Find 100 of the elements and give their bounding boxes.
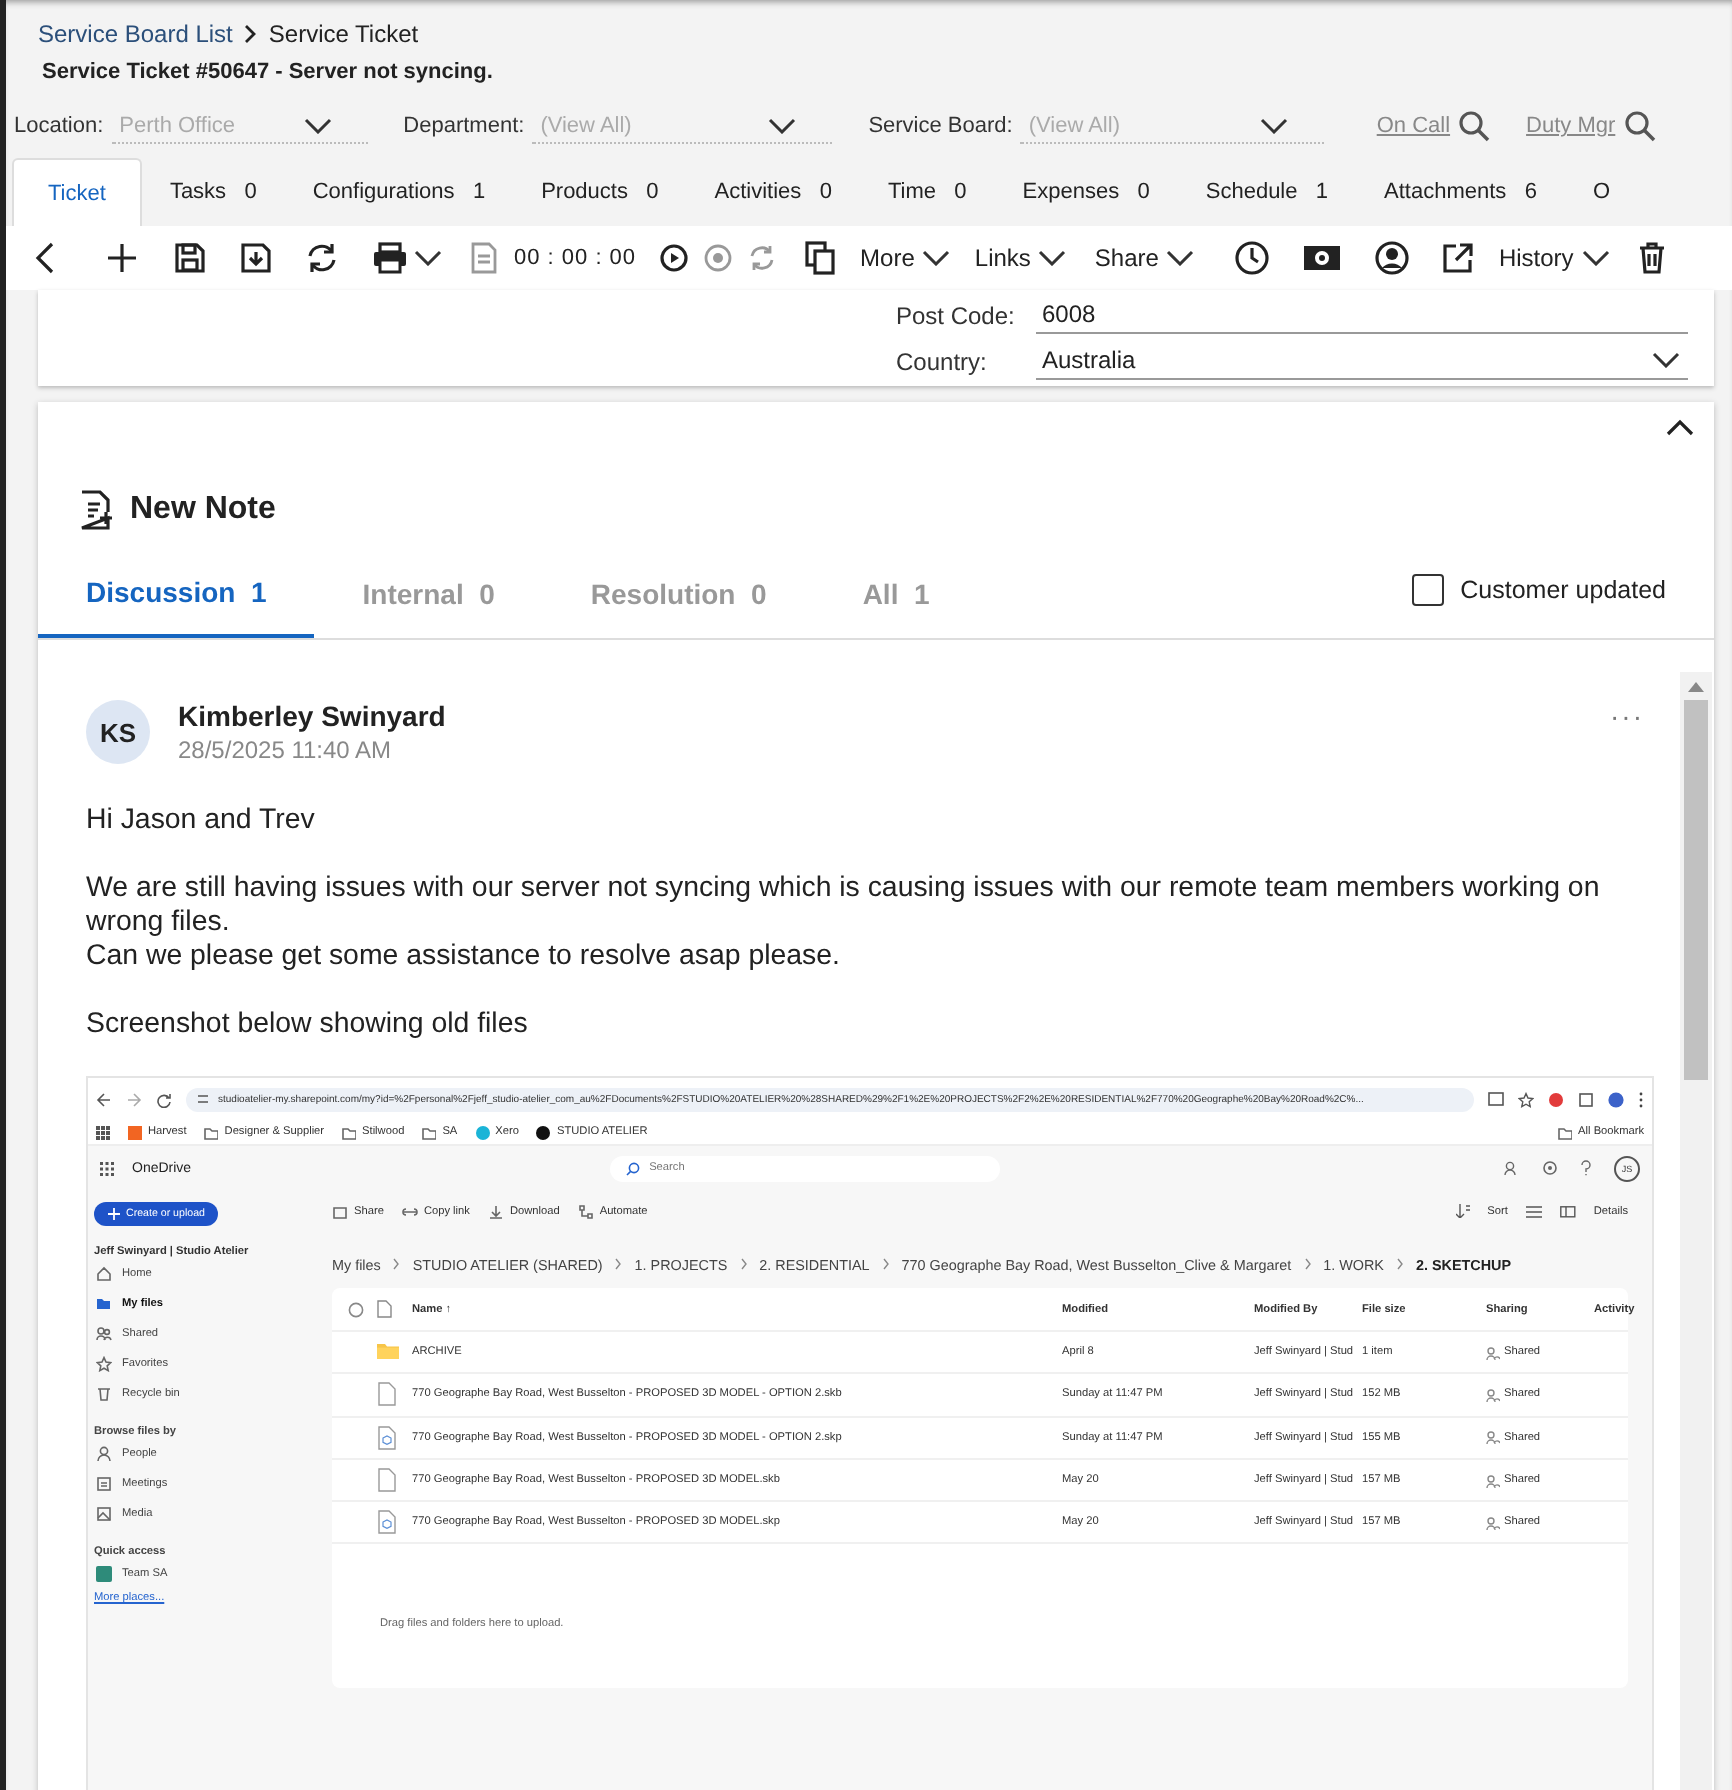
menu-button[interactable]: Links <box>974 244 1067 272</box>
external-link-icon[interactable] <box>1442 242 1475 274</box>
file-type-icon <box>376 1300 392 1318</box>
tab[interactable]: Ticket <box>12 158 142 226</box>
chevron-down-icon <box>303 117 332 133</box>
search-icon[interactable] <box>1623 110 1656 142</box>
tab[interactable]: Configurations 1 <box>284 158 514 226</box>
sort-icon[interactable] <box>1455 1204 1470 1218</box>
back-icon[interactable] <box>96 1091 112 1107</box>
settings-icon[interactable] <box>1542 1160 1558 1176</box>
model-file-icon <box>376 1425 400 1450</box>
tab[interactable]: Schedule 1 <box>1177 158 1357 226</box>
post-code-field[interactable]: 6008 <box>1036 297 1688 333</box>
breadcrumb-current: Service Ticket <box>268 20 419 48</box>
folder-icon[interactable] <box>342 1125 357 1139</box>
avatar: KS <box>86 700 150 764</box>
document-icon <box>376 1382 400 1407</box>
message-text: Can we please get some assistance to resolve asap please. <box>86 940 842 974</box>
more-button[interactable]: ··· <box>1610 700 1644 732</box>
copy-icon[interactable] <box>804 240 837 276</box>
install-icon[interactable] <box>1488 1091 1504 1107</box>
link-icon[interactable] <box>401 1203 418 1219</box>
download-icon[interactable] <box>487 1203 504 1219</box>
image-icon <box>96 1505 112 1521</box>
folder-icon[interactable] <box>422 1125 437 1139</box>
chevron-right-icon <box>242 24 259 44</box>
automate-icon[interactable] <box>577 1203 594 1219</box>
circle-icon[interactable] <box>536 1125 551 1139</box>
folder-icon <box>96 1295 112 1311</box>
tab[interactable]: Products 0 <box>513 158 687 226</box>
save-close-icon[interactable] <box>240 242 272 274</box>
reload-icon[interactable] <box>156 1091 172 1107</box>
chevron-right-icon <box>614 1258 623 1270</box>
details-icon[interactable] <box>1559 1205 1576 1217</box>
people-icon[interactable] <box>1504 1160 1520 1176</box>
kebab-menu-icon[interactable] <box>1638 1091 1644 1107</box>
checkbox[interactable] <box>1412 574 1445 606</box>
user-circle-icon[interactable] <box>1374 240 1411 276</box>
people-icon <box>1486 1515 1500 1530</box>
puzzle-icon[interactable] <box>1578 1091 1594 1107</box>
view-icon[interactable] <box>1525 1205 1542 1217</box>
delete-icon[interactable] <box>1637 242 1666 274</box>
caret-icon <box>1166 250 1195 266</box>
star-icon <box>96 1355 112 1371</box>
folder-icon <box>376 1340 400 1365</box>
clock-icon[interactable] <box>1234 240 1271 276</box>
chevron-down-icon <box>768 117 797 133</box>
person-icon <box>96 1445 112 1461</box>
tab[interactable]: Activities 0 <box>686 158 860 226</box>
search-icon[interactable] <box>1458 110 1491 142</box>
tab[interactable]: O <box>1564 158 1639 226</box>
document-icon <box>470 242 498 274</box>
chevron-right-icon <box>739 1258 748 1270</box>
timer: 00 : 00 : 00 <box>514 246 637 270</box>
reset-icon <box>748 244 777 272</box>
folder-icon[interactable] <box>204 1125 219 1139</box>
help-icon[interactable] <box>1580 1160 1592 1176</box>
menu-button[interactable]: History <box>1498 244 1610 272</box>
tab[interactable]: Tasks 0 <box>141 158 285 226</box>
tab[interactable]: Attachments 6 <box>1356 158 1565 226</box>
add-icon <box>108 1208 120 1220</box>
waffle-icon[interactable] <box>100 1161 114 1175</box>
collapse-icon[interactable] <box>1666 418 1694 436</box>
breadcrumb-link[interactable]: Service Board List <box>38 20 233 48</box>
folder-icon[interactable] <box>1558 1125 1573 1139</box>
new-note-icon[interactable] <box>78 490 114 530</box>
banknote-icon[interactable] <box>1302 242 1343 274</box>
stop-icon <box>704 244 733 272</box>
note-tab[interactable]: Discussion 1 <box>38 550 315 638</box>
chevron-right-icon <box>881 1258 890 1270</box>
tab[interactable]: Expenses 0 <box>994 158 1178 226</box>
save-icon[interactable] <box>174 242 206 274</box>
refresh-icon[interactable] <box>304 242 340 274</box>
field-label: Country: <box>896 347 989 375</box>
chevron-right-icon <box>392 1258 401 1270</box>
chevron-down-icon <box>1260 117 1289 133</box>
play-icon[interactable] <box>660 244 689 272</box>
caret-icon <box>922 250 951 266</box>
printer-icon[interactable] <box>372 242 408 274</box>
scroll-up-icon[interactable] <box>1688 682 1704 692</box>
menu-button[interactable]: More <box>860 244 951 272</box>
add-icon[interactable] <box>106 242 138 274</box>
profile-icon[interactable] <box>1608 1091 1624 1107</box>
people-icon <box>1486 1430 1500 1445</box>
country-dropdown[interactable]: Australia <box>1036 343 1688 379</box>
star-icon[interactable] <box>1518 1091 1534 1107</box>
message-text: We are still having issues with our server not syncing which is causing issues with our remote team members working on wrong files. <box>86 872 1602 940</box>
share-icon[interactable] <box>332 1203 348 1219</box>
extension-icon[interactable] <box>1548 1091 1564 1107</box>
menu-button[interactable]: Share <box>1094 244 1195 272</box>
apps-grid-icon[interactable] <box>96 1125 110 1139</box>
select-circle-icon[interactable] <box>348 1301 364 1317</box>
people-icon <box>1486 1387 1500 1402</box>
author-name: Kimberley Swinyard <box>178 700 446 732</box>
scrollbar[interactable] <box>1680 672 1712 1790</box>
tab[interactable]: Time 0 <box>859 158 995 226</box>
caret-icon <box>1038 250 1067 266</box>
filter-label: Department: <box>403 114 525 138</box>
square-icon[interactable] <box>128 1125 142 1139</box>
trash-icon <box>96 1385 112 1401</box>
